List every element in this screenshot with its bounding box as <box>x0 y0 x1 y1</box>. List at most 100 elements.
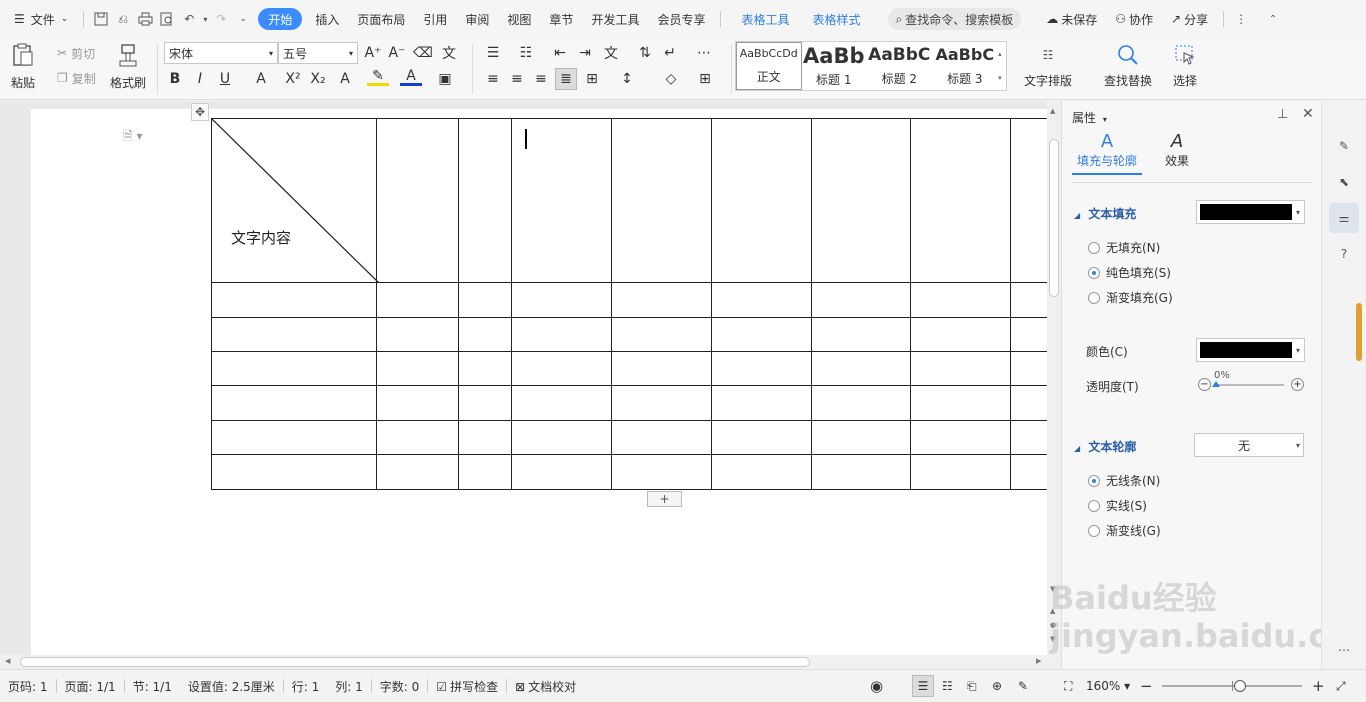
scroll-up-icon[interactable]: ▲ <box>1050 107 1055 115</box>
vertical-scrollbar[interactable]: ▲ ▼ ▲ ● ▼ <box>1047 101 1061 656</box>
table-cell[interactable] <box>810 420 912 455</box>
document-area[interactable]: 🗎 ▾ ✥ 文字内容 + <box>0 101 1060 656</box>
output-icon[interactable]: ⎌ <box>112 8 134 30</box>
table-cell[interactable] <box>810 282 912 318</box>
print-preview-icon[interactable] <box>156 8 178 30</box>
table-cell[interactable] <box>1010 118 1051 283</box>
table-cell[interactable] <box>610 420 712 455</box>
tab-table-style[interactable]: 表格样式 <box>803 8 869 30</box>
text-layout-button[interactable]: ☷ 文字排版 <box>1024 42 1072 89</box>
align-right-icon[interactable]: ≡ <box>530 68 552 90</box>
gallery-scroll[interactable]: ▴ ▾ <box>998 42 1006 90</box>
table-cell[interactable] <box>458 118 512 283</box>
italic-icon[interactable]: I <box>189 68 211 90</box>
sort-icon[interactable]: ⇅ <box>634 42 656 64</box>
tab-developer[interactable]: 开发工具 <box>582 8 648 30</box>
tab-effects[interactable]: A 效果 <box>1142 131 1212 175</box>
increase-indent-icon[interactable]: ⇥ <box>574 42 596 64</box>
table-cell[interactable] <box>710 420 812 455</box>
writing-mode-icon[interactable]: ✎ <box>1018 679 1028 693</box>
text-fill-color-picker[interactable]: ▾ <box>1196 200 1305 224</box>
zoom-level[interactable]: 160% ▾ <box>1086 679 1130 693</box>
table-cell[interactable] <box>376 317 460 352</box>
undo-icon[interactable]: ↶ <box>178 8 200 30</box>
format-painter-button[interactable]: 格式刷 <box>110 42 146 91</box>
table-cell[interactable] <box>510 420 612 455</box>
table-cell[interactable] <box>210 385 378 421</box>
tab-fill-outline[interactable]: A 填充与轮廓 <box>1072 131 1142 175</box>
scroll-left-icon[interactable]: ◀ <box>5 657 10 665</box>
paste-button[interactable]: 粘贴 <box>10 42 36 91</box>
show-marks-icon[interactable]: ↵ <box>659 42 681 64</box>
table-cell[interactable] <box>458 385 512 421</box>
table-cell[interactable] <box>610 282 712 318</box>
clear-format-icon[interactable]: ⌫ <box>412 42 434 64</box>
style-heading-3[interactable]: AaBbC 标题 3 <box>933 42 999 90</box>
table-cell[interactable] <box>610 454 712 490</box>
shading-icon[interactable]: ◇ <box>660 68 682 90</box>
table-cell[interactable] <box>810 385 912 421</box>
table-cell[interactable] <box>376 385 460 421</box>
borders-icon[interactable]: ⊞ <box>694 68 716 90</box>
tab-references[interactable]: 引用 <box>414 8 456 30</box>
char-border-icon[interactable]: ▣ <box>434 68 456 90</box>
eye-icon[interactable]: ◉ <box>870 677 883 695</box>
page-view-icon[interactable]: ☰ <box>912 675 934 697</box>
table-cell[interactable] <box>510 317 612 352</box>
table-cell[interactable] <box>210 317 378 352</box>
web-view-icon[interactable]: ⊕ <box>992 679 1002 693</box>
bullet-list-icon[interactable]: ☰ <box>482 42 504 64</box>
transparency-decrease-icon[interactable]: − <box>1198 378 1211 391</box>
font-size-select[interactable]: 五号 ▾ <box>278 42 358 64</box>
table-cell[interactable] <box>376 351 460 386</box>
table-cell[interactable] <box>810 118 912 283</box>
tab-chapter[interactable]: 章节 <box>540 8 582 30</box>
table-cell[interactable] <box>710 317 812 352</box>
tab-view[interactable]: 视图 <box>498 8 540 30</box>
table-cell[interactable] <box>910 118 1012 283</box>
align-center-icon[interactable]: ≡ <box>506 68 528 90</box>
copy-button[interactable]: ❐ 复制 <box>57 69 96 87</box>
table-cell[interactable] <box>810 454 912 490</box>
add-row-button[interactable]: + <box>647 491 682 507</box>
zoom-slider-handle[interactable] <box>1234 680 1246 692</box>
zoom-out-icon[interactable]: − <box>1140 677 1153 695</box>
solid-fill-radio[interactable]: 纯色填充(S) <box>1088 264 1171 281</box>
grow-font-icon[interactable]: A⁺ <box>362 42 384 64</box>
font-name-select[interactable]: 宋体 ▾ <box>164 42 278 64</box>
select-button[interactable]: 选择 <box>1172 42 1198 89</box>
table-line-icon[interactable]: ⋯ <box>693 42 715 64</box>
table-cell[interactable] <box>376 420 460 455</box>
table-cell[interactable] <box>1010 385 1051 421</box>
table-cell[interactable] <box>610 317 712 352</box>
numbered-list-icon[interactable]: ☷ <box>515 42 537 64</box>
decrease-indent-icon[interactable]: ⇤ <box>549 42 571 64</box>
table-cell[interactable] <box>510 454 612 490</box>
color-picker[interactable]: ▾ <box>1196 338 1305 362</box>
rail-scroll-indicator[interactable] <box>1356 303 1362 361</box>
table-cell[interactable] <box>710 282 812 318</box>
zoom-in-icon[interactable]: + <box>1312 677 1325 695</box>
select-pointer-icon[interactable]: ⬉ <box>1329 167 1359 197</box>
undo-dropdown-icon[interactable]: ▾ <box>200 8 210 30</box>
table-cell[interactable] <box>710 351 812 386</box>
document-table[interactable]: 文字内容 <box>210 118 1051 490</box>
transparency-increase-icon[interactable]: + <box>1291 378 1304 391</box>
phonetic-icon[interactable]: 文 <box>438 42 460 64</box>
table-cell[interactable] <box>458 351 512 386</box>
table-cell[interactable] <box>910 282 1012 318</box>
strikethrough-icon[interactable]: A <box>250 68 272 90</box>
line-spacing-icon[interactable]: ↕ <box>616 68 638 90</box>
text-effect-icon[interactable]: A <box>334 68 356 90</box>
table-cell[interactable] <box>376 454 460 490</box>
bold-icon[interactable]: B <box>164 68 186 90</box>
file-menu[interactable]: ☰ 文件 ⌄ <box>0 8 77 30</box>
document-page[interactable]: 🗎 ▾ ✥ 文字内容 + <box>31 103 1051 656</box>
more-icon[interactable]: ⋯ <box>1329 635 1359 665</box>
table-cell[interactable] <box>458 317 512 352</box>
redo-icon[interactable]: ↷ <box>210 8 232 30</box>
scroll-right-icon[interactable]: ▶ <box>1036 657 1041 665</box>
collab-button[interactable]: ⚇ 协作 <box>1106 8 1162 30</box>
cut-button[interactable]: ✂ 剪切 <box>57 44 95 62</box>
table-cell[interactable] <box>1010 420 1051 455</box>
